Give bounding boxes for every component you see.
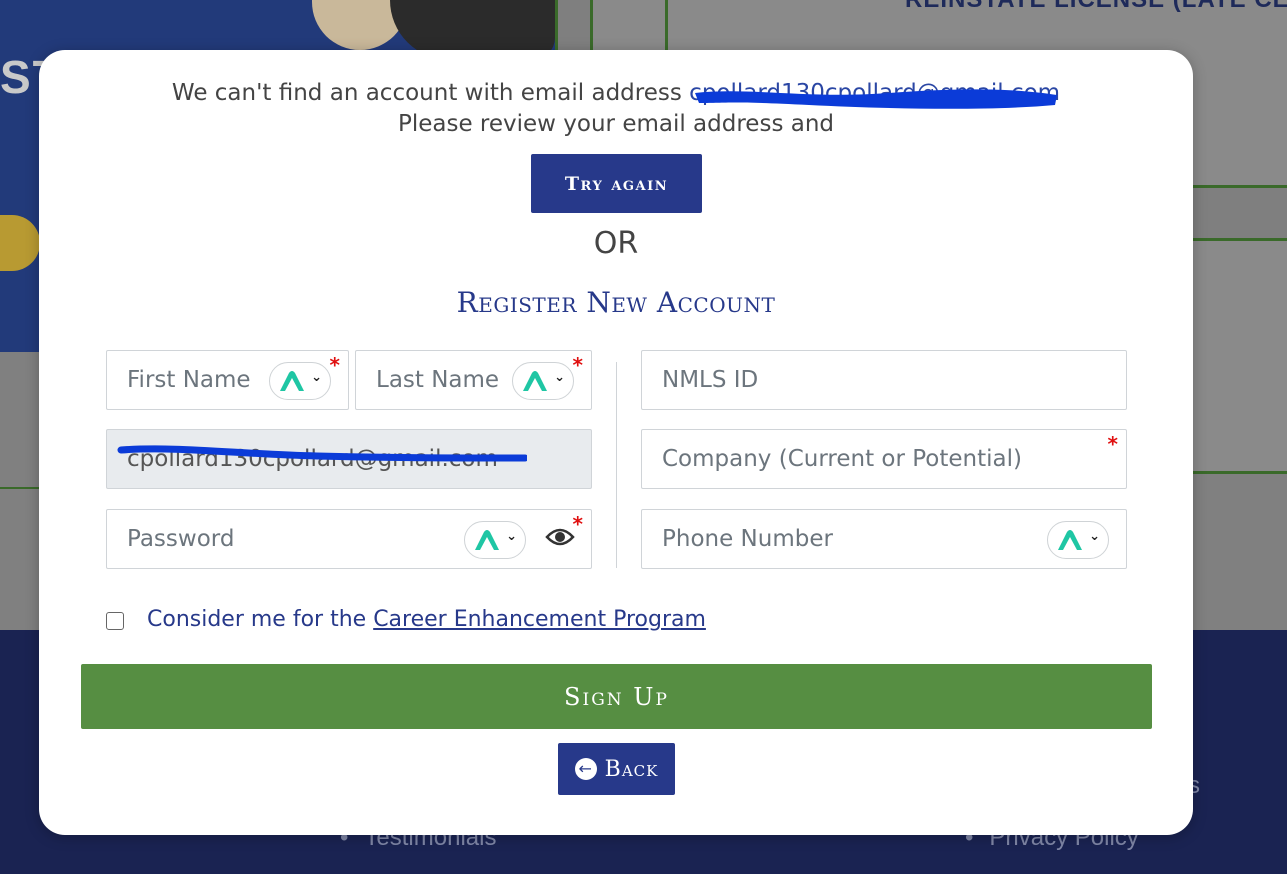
password-field[interactable]: Password ⌄ * (106, 509, 592, 569)
email-field: cpollard130cpollard@gmail.com (106, 429, 592, 489)
register-title: Register New Account (456, 286, 776, 319)
autofill-logo-icon (1058, 530, 1082, 550)
first-name-placeholder: First Name (127, 367, 251, 393)
career-program-prefix: Consider me for the (147, 607, 374, 632)
arrow-left-circle-icon: ← (574, 757, 597, 780)
hero-button (0, 215, 40, 271)
background-card-title: REINSTATE LICENSE (LATE CE) (905, 0, 1287, 14)
autofill-logo-icon (523, 371, 547, 391)
autofill-logo-icon (280, 371, 304, 391)
try-again-button[interactable]: Try again (531, 154, 702, 213)
back-button[interactable]: ← Back (558, 743, 675, 795)
nmls-id-field[interactable]: NMLS ID (641, 350, 1127, 410)
register-modal: We can't find an account with email addr… (39, 50, 1193, 835)
password-placeholder: Password (127, 526, 235, 552)
background-card-2 (1190, 238, 1287, 474)
or-separator: OR (593, 226, 639, 261)
first-name-field[interactable]: First Name ⌄ * (106, 350, 349, 410)
phone-number-field[interactable]: Phone Number ⌄ (641, 509, 1127, 569)
nmls-id-placeholder: NMLS ID (662, 367, 759, 393)
career-program-checkbox[interactable] (106, 612, 124, 630)
autofill-logo-icon (475, 530, 499, 550)
column-divider (616, 362, 617, 568)
required-asterisk: * (572, 512, 583, 536)
autofill-button[interactable]: ⌄ (512, 362, 574, 400)
company-placeholder: Company (Current or Potential) (662, 446, 1022, 472)
error-message-prefix: We can't find an account with email addr… (171, 80, 690, 106)
required-asterisk: * (572, 353, 583, 377)
career-program-link[interactable]: Career Enhancement Program (373, 607, 706, 632)
chevron-down-icon: ⌄ (506, 529, 517, 544)
chevron-down-icon: ⌄ (554, 370, 565, 385)
error-message-line2: Please review your email address and (397, 111, 835, 137)
last-name-placeholder: Last Name (376, 367, 500, 393)
back-button-label: Back (604, 756, 659, 782)
autofill-button[interactable]: ⌄ (1047, 521, 1109, 559)
chevron-down-icon: ⌄ (311, 370, 322, 385)
career-program-label: Consider me for the Career Enhancement P… (147, 607, 706, 632)
autofill-button[interactable]: ⌄ (269, 362, 331, 400)
autofill-button[interactable]: ⌄ (464, 521, 526, 559)
redaction-scribble (117, 445, 527, 462)
phone-number-placeholder: Phone Number (662, 526, 833, 552)
required-asterisk: * (1107, 432, 1118, 456)
sign-up-button[interactable]: Sign Up (81, 664, 1152, 729)
required-asterisk: * (329, 353, 340, 377)
company-field[interactable]: Company (Current or Potential) * (641, 429, 1127, 489)
chevron-down-icon: ⌄ (1089, 529, 1100, 544)
redaction-scribble (695, 89, 1057, 109)
show-password-eye-icon[interactable] (545, 526, 575, 548)
last-name-field[interactable]: Last Name ⌄ * (355, 350, 592, 410)
